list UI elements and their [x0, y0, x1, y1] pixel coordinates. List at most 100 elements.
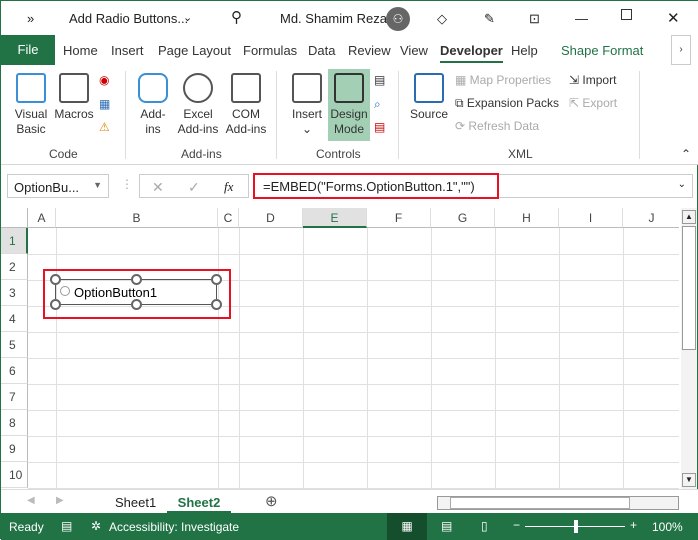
row-header-6[interactable]: 6	[1, 358, 28, 384]
excel-addins-button[interactable]: Excel Add-ins	[175, 73, 221, 137]
column-header-a[interactable]: A	[28, 208, 56, 228]
resize-handle[interactable]	[50, 274, 61, 285]
zoom-level[interactable]: 100%	[652, 520, 683, 534]
row-header-10[interactable]: 10	[1, 462, 28, 488]
tab-file[interactable]: File	[1, 35, 55, 65]
scroll-thumb[interactable]	[450, 497, 630, 509]
scroll-down-icon[interactable]: ▼	[682, 473, 696, 487]
cancel-icon[interactable]: ✕	[152, 179, 164, 196]
column-header-c[interactable]: C	[218, 208, 239, 228]
row-header-4[interactable]: 4	[1, 306, 28, 332]
document-title[interactable]: Add Radio Buttons...	[69, 11, 188, 26]
chevron-down-icon[interactable]: ⌄	[183, 11, 192, 24]
enter-icon[interactable]: ✓	[188, 179, 200, 196]
tab-page-layout[interactable]: Page Layout	[158, 43, 231, 58]
pen-icon[interactable]: ✎	[484, 11, 495, 27]
tab-insert[interactable]: Insert	[111, 43, 144, 58]
tab-developer[interactable]: Developer	[440, 43, 503, 63]
normal-view-icon[interactable]: ▦	[387, 513, 427, 540]
row-header-3[interactable]: 3	[1, 280, 28, 306]
column-header-e[interactable]: E	[303, 208, 367, 228]
maximize-button[interactable]	[621, 9, 632, 20]
design-mode-button[interactable]: Design Mode	[328, 69, 370, 141]
scroll-up-icon[interactable]: ▲	[682, 210, 696, 224]
row-header-8[interactable]: 8	[1, 410, 28, 436]
collapse-ribbon-icon[interactable]: ⌃	[681, 147, 691, 161]
tab-data[interactable]: Data	[308, 43, 335, 58]
run-dialog-icon[interactable]: ▤	[374, 120, 385, 134]
chevron-down-icon[interactable]: ▼	[93, 180, 102, 190]
search-icon[interactable]: ⚲	[231, 8, 242, 26]
expansion-packs-button[interactable]: ⧉ Expansion Packs	[455, 96, 559, 111]
macros-button[interactable]: Macros	[53, 73, 95, 122]
accessibility-icon[interactable]: ✲	[91, 519, 101, 533]
export-button[interactable]: ⇱ Export	[569, 96, 617, 110]
column-header-f[interactable]: F	[367, 208, 431, 228]
quick-access-more[interactable]: »	[27, 11, 34, 26]
zoom-out-button[interactable]: −	[513, 518, 520, 532]
macro-security-icon[interactable]: ⚠	[99, 120, 110, 134]
add-sheet-icon[interactable]: ⊕	[265, 492, 278, 510]
macro-record-icon[interactable]: ▤	[61, 519, 72, 533]
formula-input-extension[interactable]: ⌄	[499, 174, 693, 198]
formula-input[interactable]: =EMBED("Forms.OptionButton.1","")	[253, 173, 499, 199]
column-header-b[interactable]: B	[56, 208, 218, 228]
scroll-left-icon[interactable]: ◀	[27, 495, 35, 506]
source-button[interactable]: Source	[408, 73, 450, 122]
row-header-5[interactable]: 5	[1, 332, 28, 358]
column-header-g[interactable]: G	[431, 208, 495, 228]
close-button[interactable]: ✕	[667, 9, 680, 27]
import-button[interactable]: ⇲ Import	[569, 73, 616, 87]
scroll-right-icon[interactable]: ▶	[56, 495, 64, 506]
zoom-slider-thumb[interactable]	[574, 520, 578, 533]
row-header-7[interactable]: 7	[1, 384, 28, 410]
expand-formula-icon[interactable]: ⌄	[678, 179, 686, 190]
sheet-tab-sheet1[interactable]: Sheet1	[115, 495, 156, 510]
diamond-icon[interactable]: ◇	[437, 11, 447, 27]
page-break-view-icon[interactable]: ▯	[481, 519, 488, 533]
row-header-9[interactable]: 9	[1, 436, 28, 462]
tab-shape-format[interactable]: Shape Format	[561, 43, 643, 58]
column-header-j[interactable]: J	[623, 208, 679, 228]
avatar[interactable]: ⚇	[386, 7, 410, 31]
spreadsheet-grid[interactable]: A B C D E F G H I J 1 2 3 4 5 6 7 8 9 10	[1, 208, 679, 489]
zoom-in-button[interactable]: +	[630, 518, 637, 532]
resize-handle[interactable]	[211, 274, 222, 285]
tab-formulas[interactable]: Formulas	[243, 43, 297, 58]
tab-home[interactable]: Home	[63, 43, 98, 58]
resize-handle[interactable]	[50, 299, 61, 310]
horizontal-scrollbar[interactable]	[437, 496, 679, 510]
ribbon-display-icon[interactable]: ⊡	[529, 11, 540, 27]
column-header-d[interactable]: D	[239, 208, 303, 228]
resize-handle[interactable]	[131, 274, 142, 285]
row-header-1[interactable]: 1	[1, 228, 28, 254]
record-macro-icon[interactable]: ◉	[99, 73, 109, 87]
resize-handle[interactable]	[211, 299, 222, 310]
properties-icon[interactable]: ▤	[374, 73, 385, 87]
minimize-button[interactable]: —	[575, 11, 588, 26]
addins-button[interactable]: Add-ins	[135, 73, 171, 137]
accessibility-status[interactable]: Accessibility: Investigate	[109, 520, 239, 534]
map-properties-button[interactable]: ▦ Map Properties	[455, 73, 551, 87]
insert-function-button[interactable]: fx	[224, 179, 233, 195]
select-all-button[interactable]	[1, 208, 28, 228]
tab-review[interactable]: Review	[348, 43, 391, 58]
sheet-tab-sheet2[interactable]: Sheet2	[167, 490, 231, 513]
refresh-data-button[interactable]: ⟳ Refresh Data	[455, 119, 539, 133]
column-header-h[interactable]: H	[495, 208, 559, 228]
visual-basic-button[interactable]: Visual Basic	[11, 73, 51, 137]
scroll-thumb[interactable]	[682, 226, 696, 350]
vertical-scrollbar[interactable]: ▲ ▼	[681, 208, 697, 489]
relative-references-icon[interactable]: ▦	[99, 97, 110, 111]
resize-handle[interactable]	[131, 299, 142, 310]
name-box[interactable]: OptionBu... ▼	[7, 174, 109, 198]
column-header-i[interactable]: I	[559, 208, 623, 228]
tab-view[interactable]: View	[400, 43, 428, 58]
tab-help[interactable]: Help	[511, 43, 538, 58]
row-header-2[interactable]: 2	[1, 254, 28, 280]
insert-control-button[interactable]: Insert ⌄	[287, 73, 327, 137]
view-code-icon[interactable]: ⌕	[374, 97, 381, 112]
com-addins-button[interactable]: COM Add-ins	[223, 73, 269, 137]
tabs-scroll-right[interactable]: ›	[671, 35, 691, 65]
radio-icon[interactable]	[60, 286, 70, 296]
